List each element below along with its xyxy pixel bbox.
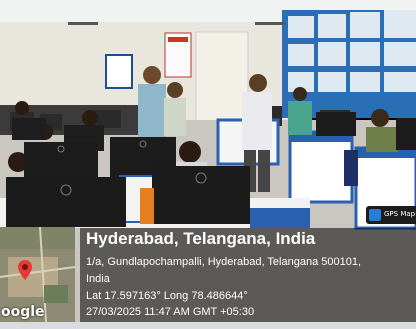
desk-blue-panel (250, 208, 310, 228)
monitor-right-back (316, 112, 356, 136)
gps-map-camera-badge: GPS Map (366, 206, 416, 224)
orange-bag (140, 188, 154, 224)
monitor-left-1 (12, 118, 46, 140)
monitor-front-1 (24, 142, 98, 182)
coordinates-text: Lat 17.597163° Long 78.486644° (86, 290, 248, 302)
front-desk-right-1 (288, 130, 354, 204)
map-brand-label: oogle (1, 304, 45, 320)
location-title: Hyderabad, Telangana, India (86, 229, 316, 248)
map-pin-icon (18, 260, 32, 280)
location-map-thumbnail: oogle (0, 227, 75, 322)
wall-poster (105, 54, 133, 89)
standing-teacher-2 (164, 82, 186, 136)
timestamp-text: 27/03/2025 11:47 AM GMT +05:30 (86, 306, 255, 318)
badge-label: GPS Map (384, 210, 416, 218)
monitor-big-center (152, 166, 250, 224)
chair (344, 150, 358, 186)
address-line-1: 1/a, Gundlapochampalli, Hyderabad, Telan… (86, 256, 361, 268)
gps-camera-icon (369, 209, 381, 221)
door (195, 31, 249, 128)
address-line-2: India (86, 273, 110, 285)
bottom-strip (0, 322, 416, 329)
monitor-right-edge (396, 118, 416, 150)
partition-panes (288, 10, 416, 92)
